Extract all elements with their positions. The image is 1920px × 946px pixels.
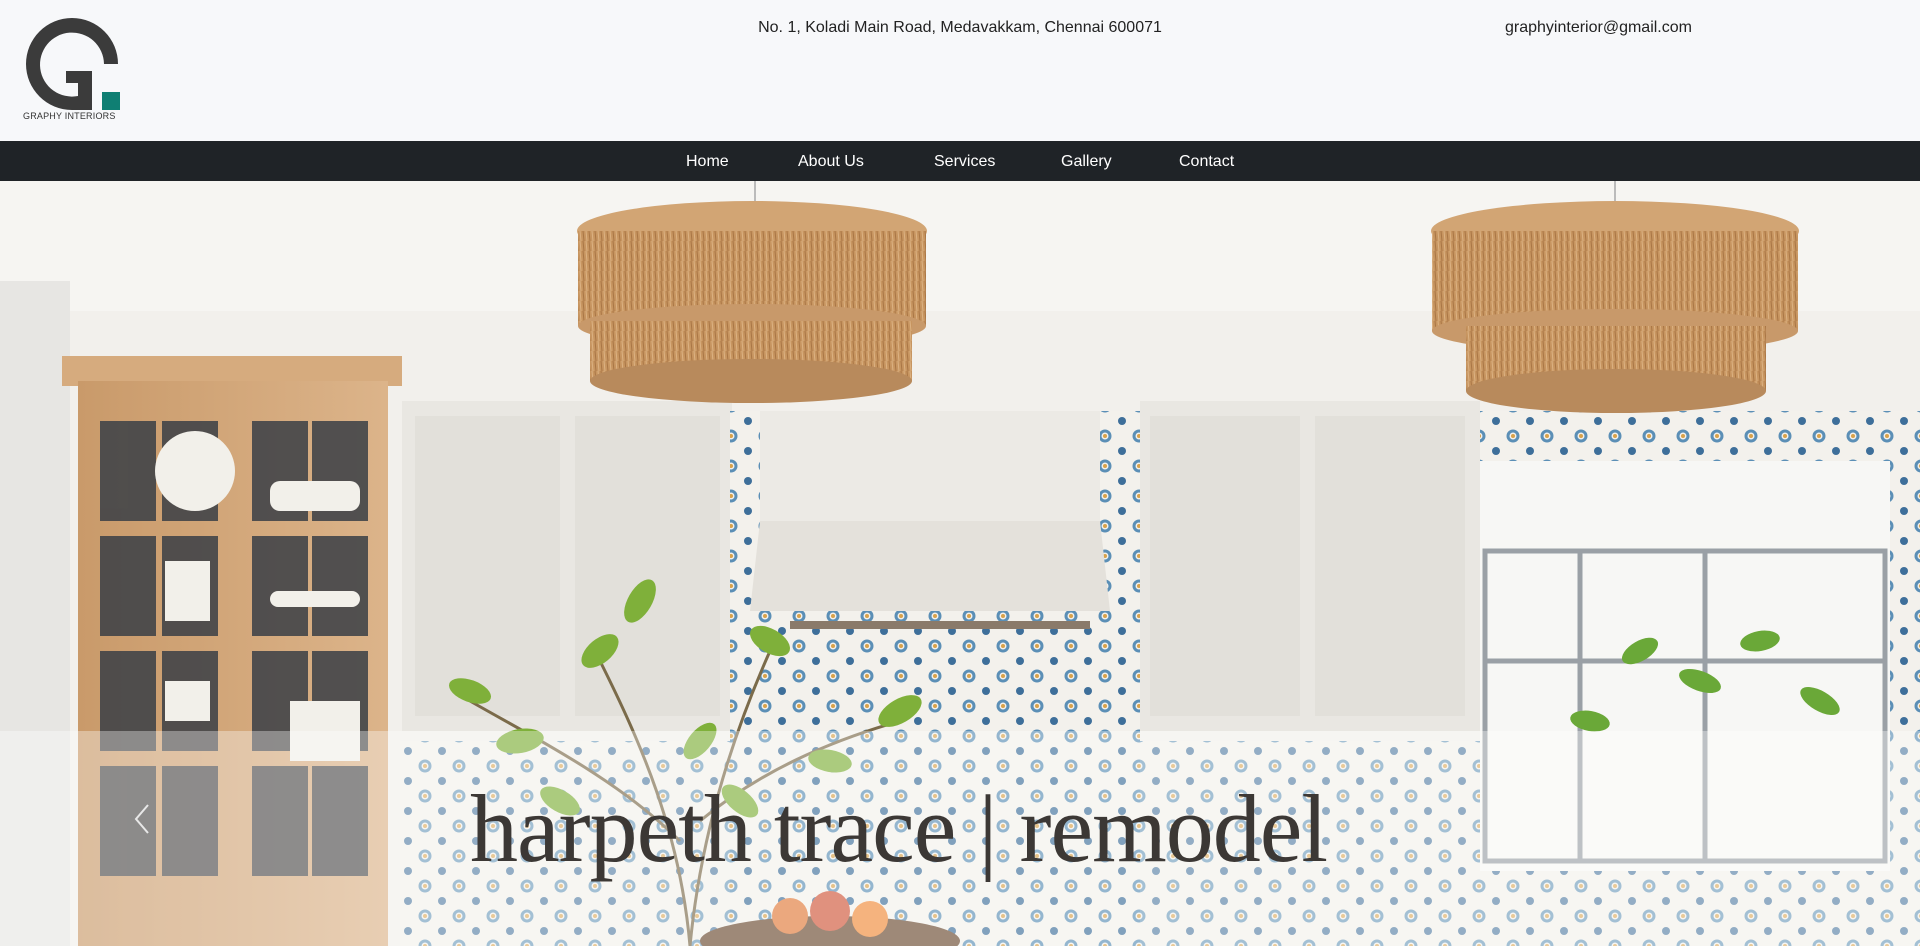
nav-item-gallery[interactable]: Gallery <box>1061 153 1112 171</box>
main-navbar: Home About Us Services Gallery Contact <box>0 141 1920 181</box>
hero-carousel: harpeth trace | remodel <box>0 181 1920 946</box>
email-link[interactable]: graphyinterior@gmail.com <box>1505 19 1692 37</box>
nav-item-services[interactable]: Services <box>934 153 995 171</box>
nav-item-home[interactable]: Home <box>686 153 729 171</box>
site-header: GRAPHY INTERIORS No. 1, Koladi Main Road… <box>0 0 1920 141</box>
carousel-prev-button[interactable] <box>128 799 158 839</box>
nav-item-contact[interactable]: Contact <box>1179 153 1234 171</box>
nav-list: Home About Us Services Gallery Contact <box>0 141 1920 181</box>
chevron-left-icon <box>134 804 149 834</box>
hero-title: harpeth trace | remodel <box>470 775 1328 882</box>
nav-item-about-us[interactable]: About Us <box>798 153 864 171</box>
logo-text: GRAPHY INTERIORS <box>23 111 116 121</box>
